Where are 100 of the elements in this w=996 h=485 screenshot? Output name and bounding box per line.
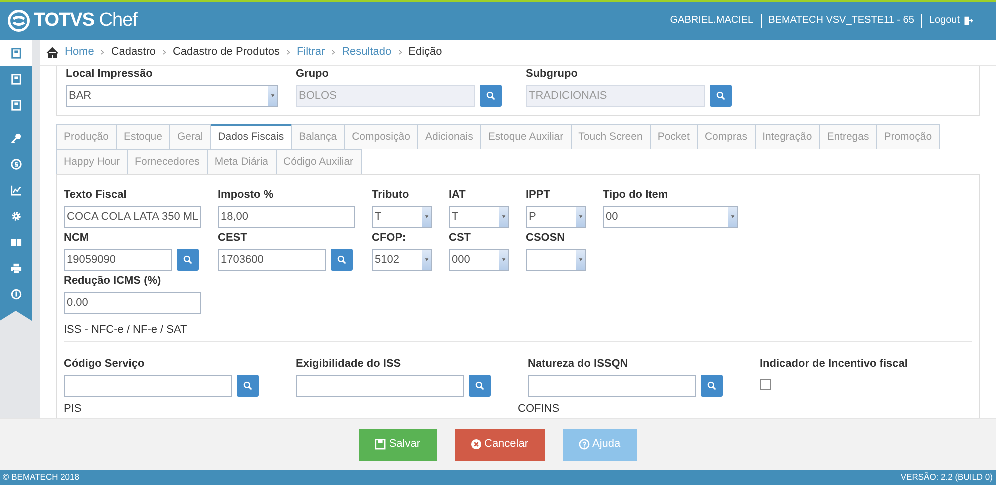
copyright-text: © BEMATECH 2018 (3, 471, 80, 484)
home-icon (46, 46, 59, 58)
select-field[interactable]: T (372, 206, 432, 228)
search-button[interactable] (480, 85, 502, 107)
search-icon (486, 91, 496, 101)
exit-icon (964, 16, 973, 26)
caret-icon (578, 215, 584, 219)
input-field[interactable]: COCA COLA LATA 350 ML (64, 206, 201, 228)
input-field[interactable] (528, 374, 696, 396)
field-label: Grupo (296, 68, 330, 81)
search-button[interactable] (177, 249, 199, 271)
field-label: CFOP: (372, 232, 408, 245)
tab[interactable]: Compras (698, 124, 756, 149)
breadcrumb-item: Cadastro (111, 45, 156, 60)
caret-icon (500, 258, 506, 262)
logout-link[interactable]: Logout (921, 14, 980, 28)
select-field[interactable]: T (449, 206, 509, 228)
search-button[interactable] (237, 374, 259, 396)
tab[interactable]: Balança (292, 124, 346, 149)
field-label: Indicador de Incentivo fiscal (760, 358, 909, 370)
input-field[interactable] (296, 374, 464, 396)
select-field[interactable]: 5102 (372, 249, 432, 271)
field-label: IAT (449, 189, 467, 202)
search-icon (243, 380, 253, 390)
section-title: ISS - NFC-e / NF-e / SAT (64, 322, 972, 342)
tab[interactable]: Adicionais (418, 124, 482, 149)
help-icon (578, 439, 590, 450)
field-label: Natureza do ISSQN (528, 358, 630, 370)
chevron-icon (100, 49, 106, 56)
tab[interactable]: Fornecedores (128, 149, 208, 174)
document-icon (10, 100, 22, 110)
search-icon (475, 380, 485, 390)
tab[interactable]: Entregas (820, 124, 878, 149)
close-icon (470, 439, 482, 450)
book-icon (10, 236, 22, 248)
tab[interactable]: Produção (56, 124, 117, 149)
search-icon (337, 255, 347, 265)
tab[interactable]: Estoque (116, 124, 170, 149)
input-field[interactable]: 0.00 (64, 292, 201, 314)
select-field[interactable]: P (526, 206, 586, 228)
chevron-icon (398, 49, 403, 56)
search-button[interactable] (331, 249, 353, 271)
select-field[interactable]: 000 (449, 249, 509, 271)
breadcrumb-link[interactable]: Filtrar (297, 44, 326, 61)
checkbox[interactable] (760, 378, 771, 390)
printer-icon (10, 262, 22, 274)
field-label: Texto Fiscal (64, 189, 128, 202)
search-button[interactable] (710, 85, 732, 107)
save-icon (375, 439, 386, 450)
field-label: NCM (64, 232, 90, 245)
field-label: Local Impressão (66, 68, 154, 81)
input-field[interactable]: 19059090 (64, 249, 172, 271)
tab[interactable]: Dados Fiscais (211, 124, 292, 149)
field-label: Imposto % (218, 189, 275, 202)
select-field[interactable]: BAR (66, 85, 278, 107)
caret-icon (500, 215, 506, 219)
caret-icon (270, 94, 276, 98)
field-label: Redução ICMS (%) (64, 275, 162, 288)
info-icon (10, 288, 22, 300)
tab[interactable]: Touch Screen (572, 124, 651, 149)
sidebar-item[interactable] (0, 40, 32, 66)
tab[interactable]: Composição (345, 124, 418, 149)
search-button[interactable] (469, 374, 491, 396)
tab[interactable]: Promoção (877, 124, 940, 149)
tab[interactable]: Código Auxiliar (276, 149, 362, 174)
store-name: BEMATECH VSV_TESTE11 - 65 (760, 14, 922, 28)
caret-icon (730, 215, 736, 219)
input-field[interactable] (64, 374, 232, 396)
select-field[interactable]: 00 (603, 206, 738, 228)
tab[interactable]: Integração (756, 124, 820, 149)
tab[interactable]: Happy Hour (56, 149, 128, 174)
search-button[interactable] (701, 374, 723, 396)
input-field[interactable]: 1703600 (218, 249, 326, 271)
document-icon (10, 48, 22, 58)
field-label: Código Serviço (64, 358, 146, 370)
caret-icon (424, 258, 430, 262)
chevron-icon (331, 49, 336, 56)
tab[interactable]: Meta Diária (208, 149, 277, 174)
settings-icon (10, 210, 22, 222)
help-button[interactable]: Ajuda (562, 428, 637, 460)
document-icon (10, 74, 22, 84)
tab[interactable]: Estoque Auxiliar (481, 124, 572, 149)
cancel-button[interactable]: Cancelar (454, 428, 545, 460)
caret-icon (424, 215, 430, 219)
field-label: CST (449, 232, 472, 245)
caret-icon (578, 258, 584, 262)
logo-icon (8, 10, 30, 32)
field-label: CEST (218, 232, 248, 245)
select-field[interactable] (526, 249, 586, 271)
tab[interactable]: Pocket (650, 124, 698, 149)
field-label: Exigibilidade do ISS (296, 358, 402, 370)
field-label: CSOSN (526, 232, 566, 245)
breadcrumb-link[interactable]: Home (65, 44, 94, 61)
tab[interactable]: Geral (170, 124, 212, 149)
user-name: GABRIEL.MACIEL (669, 14, 755, 28)
save-button[interactable]: Salvar (359, 428, 436, 460)
input-field[interactable]: 18,00 (218, 206, 355, 228)
line-chart-icon (10, 184, 22, 196)
breadcrumb-link[interactable]: Resultado (342, 44, 392, 61)
version-text: VERSÃO: 2.2 (BUILD 0) (900, 471, 993, 484)
